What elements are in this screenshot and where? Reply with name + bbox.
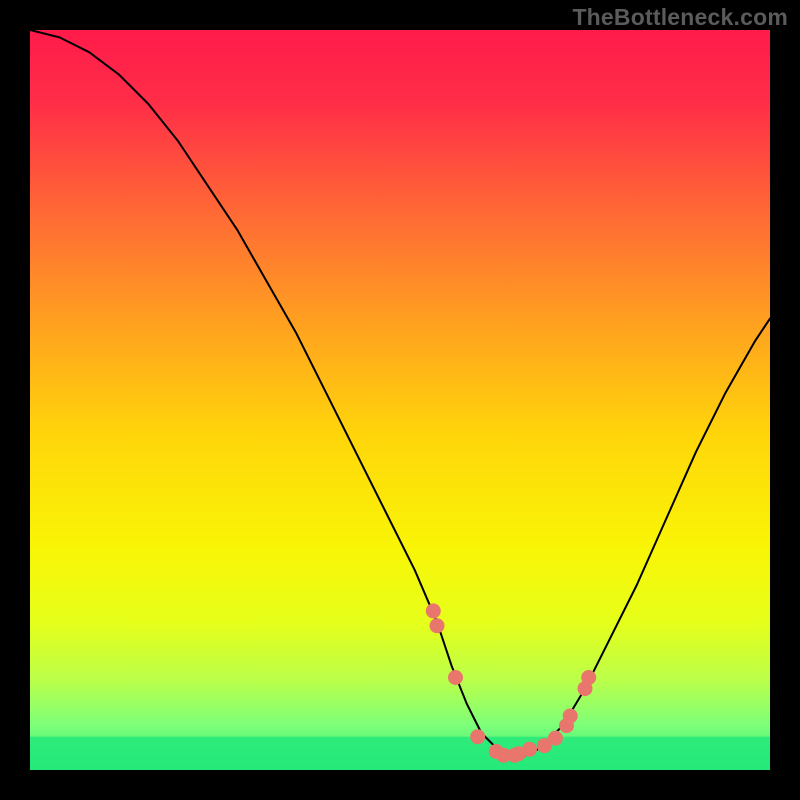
dot <box>581 670 596 685</box>
dot <box>522 742 537 757</box>
dot <box>426 603 441 618</box>
dot <box>563 708 578 723</box>
dot <box>548 731 563 746</box>
plot-area <box>30 30 770 770</box>
dot <box>430 618 445 633</box>
chart-frame: TheBottleneck.com <box>0 0 800 800</box>
dot <box>470 729 485 744</box>
bottleneck-chart <box>30 30 770 770</box>
gradient-bg <box>30 30 770 770</box>
green-band <box>30 737 770 770</box>
watermark-text: TheBottleneck.com <box>572 4 788 31</box>
dot <box>448 670 463 685</box>
